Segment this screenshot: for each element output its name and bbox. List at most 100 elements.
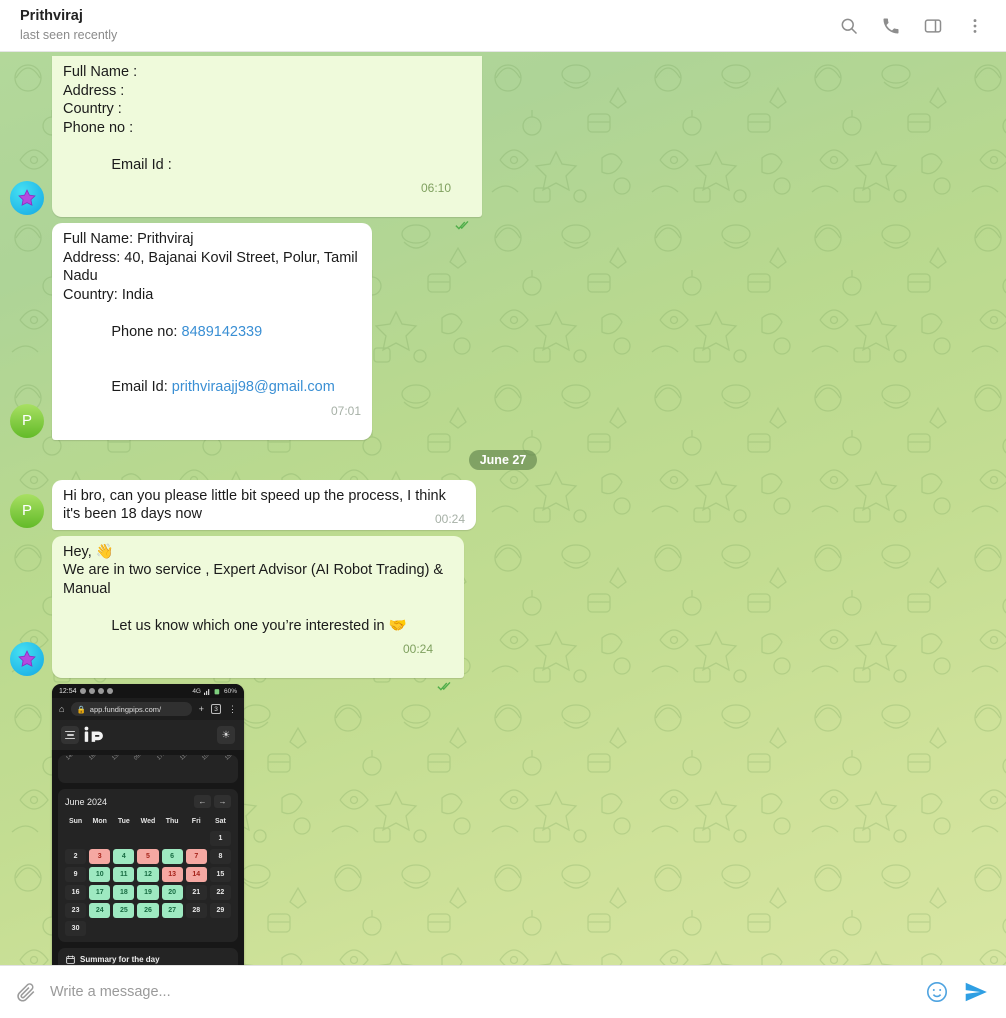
message-bubble[interactable]: Full Name: Prithviraj Address: 40, Bajan… [52,223,372,440]
home-icon[interactable]: ⌂ [59,704,64,714]
avatar[interactable]: P [10,493,44,528]
battery-label: 60% [223,687,237,695]
calendar-day-cell[interactable]: 13 [161,867,183,882]
calendar-header: June 2024 ← → [65,795,231,808]
calendar-day-cell[interactable]: 26 [137,903,159,918]
chart-x-axis-ticks: 14:30 16:30 13:30 09:30 17:30 11:30 10:3… [65,755,238,763]
notification-icon [79,688,86,694]
message-meta: 06:10 [420,179,471,230]
message-meta: 07:01 [331,402,361,421]
message-input[interactable] [50,984,912,1000]
calendar-day-cell[interactable]: 14 [185,867,207,882]
notification-icon [97,688,104,694]
calendar-day-cell[interactable]: 3 [89,849,111,864]
calendar-day-cell[interactable]: 19 [137,885,159,900]
phone-screenshot-attachment[interactable]: 12:54 4G 60% ⌂ 🔒 app.fundingpips.com/ + … [52,684,244,965]
attachment-clip-icon[interactable] [14,980,38,1004]
calendar-dow-tue: Tue [117,818,130,825]
calendar-day-cell[interactable]: 28 [185,903,207,918]
message-line: Full Name: Prithviraj [63,231,194,247]
message-line: Hey, 👋 [63,543,114,560]
calendar-day-cell[interactable]: 5 [137,849,159,864]
calendar-day-cell[interactable]: 24 [89,903,111,918]
calendar-cell-empty [137,921,158,936]
avatar[interactable]: P [10,403,44,438]
more-vertical-icon[interactable] [964,15,986,37]
message-meta: 00:24 [435,510,465,529]
browser-menu-icon[interactable]: ⋮ [228,704,237,715]
message-line: We are in two service , Expert Advisor (… [63,562,448,597]
calendar-day-cell[interactable]: 11 [113,867,135,882]
email-link[interactable]: prithviraajj98@gmail.com [172,379,335,395]
brightness-toggle-icon[interactable]: ☀ [217,726,235,744]
phone-icon[interactable] [880,15,902,37]
calendar-day-cell[interactable]: 20 [161,885,183,900]
message-list: Full Name : Address : Country : Phone no… [0,52,1006,965]
hamburger-menu-icon[interactable] [61,726,79,744]
url-text: app.fundingpips.com/ [89,704,162,714]
message-bubble[interactable]: Hi bro, can you please little bit speed … [52,479,476,530]
calendar-day-cell[interactable]: 2 [65,849,87,864]
calendar-nav: ← → [194,795,231,808]
url-bar[interactable]: 🔒 app.fundingpips.com/ [71,702,192,716]
header-actions [838,15,992,37]
calendar-prev-button[interactable]: ← [194,795,211,808]
x-tick: 17:30 [156,755,170,762]
message-line: Address: 40, Bajanai Kovil Street, Polur… [63,249,362,285]
calendar-day-cell[interactable]: 9 [65,867,87,882]
calendar-day-cell[interactable]: 22 [209,885,231,900]
calendar-day-cell[interactable]: 15 [209,867,231,882]
message-bubble[interactable]: Hey, 👋 We are in two service , Expert Ad… [52,535,464,691]
chat-header-titles[interactable]: Prithviraj last seen recently [20,7,838,43]
email-label: Email Id: [111,379,172,395]
calendar-day-cell[interactable]: 6 [161,849,183,864]
search-icon[interactable] [838,15,860,37]
calendar-day-cell[interactable]: 1 [209,831,231,846]
calendar-dow-thu: Thu [165,818,179,825]
status-right: 4G 60% [192,688,237,695]
calendar-day-cell[interactable]: 7 [185,849,207,864]
message-bubble[interactable]: Full Name : Address : Country : Phone no… [52,56,482,230]
tab-count-icon[interactable]: 3 [211,704,221,714]
emoji-icon[interactable] [924,979,950,1005]
chat-scroll-area[interactable]: Full Name : Address : Country : Phone no… [0,52,1006,965]
calendar-day-cell[interactable]: 8 [209,849,231,864]
x-tick: 13:30 [111,755,125,762]
signal-icon [203,688,210,695]
calendar-day-cell[interactable]: 18 [113,885,135,900]
calendar-day-cell[interactable]: 30 [65,921,87,936]
date-chip-label: June 27 [468,449,538,470]
avatar[interactable] [10,181,44,215]
calendar-next-button[interactable]: → [214,795,231,808]
app-content: 14:30 16:30 13:30 09:30 17:30 11:30 10:3… [52,750,244,965]
calendar-day-cell[interactable]: 16 [65,885,87,900]
calendar-day-cell[interactable]: 21 [185,885,207,900]
sidebar-icon[interactable] [922,15,944,37]
calendar-day-cell[interactable]: 23 [65,903,87,918]
battery-icon [214,688,220,694]
calendar-day-cell[interactable]: 27 [161,903,183,918]
calendar-cell-empty [113,831,134,846]
calendar-day-cell[interactable]: 12 [137,867,159,882]
calendar-day-cell[interactable]: 4 [113,849,135,864]
calendar-day-cell[interactable]: 17 [89,885,111,900]
calendar-day-cell[interactable]: 10 [89,867,111,882]
new-tab-icon[interactable]: + [199,704,204,714]
summary-title-row: Summary for the day [66,955,230,964]
send-icon[interactable] [962,978,990,1006]
message-meta: 00:24 [403,640,453,691]
message-line: Full Name : [63,64,138,80]
status-time: 12:54 [59,687,77,695]
message-time: 06:10 [420,181,451,195]
calendar-day-cell[interactable]: 25 [113,903,135,918]
x-tick: 10:30 [201,755,215,762]
calendar-day-cell[interactable]: 29 [209,903,231,918]
message-row-photo: 12:54 4G 60% ⌂ 🔒 app.fundingpips.com/ + … [0,684,1006,965]
phone-link[interactable]: 8489142339 [182,324,263,340]
avatar[interactable] [10,642,44,676]
status-left: 12:54 [59,688,113,695]
message-row: Full Name : Address : Country : Phone no… [0,56,1006,230]
chart-card: 14:30 16:30 13:30 09:30 17:30 11:30 10:3… [58,755,238,783]
date-divider: June 27 [0,449,1006,470]
message-line: Let us know which one you’re interested … [63,598,453,691]
